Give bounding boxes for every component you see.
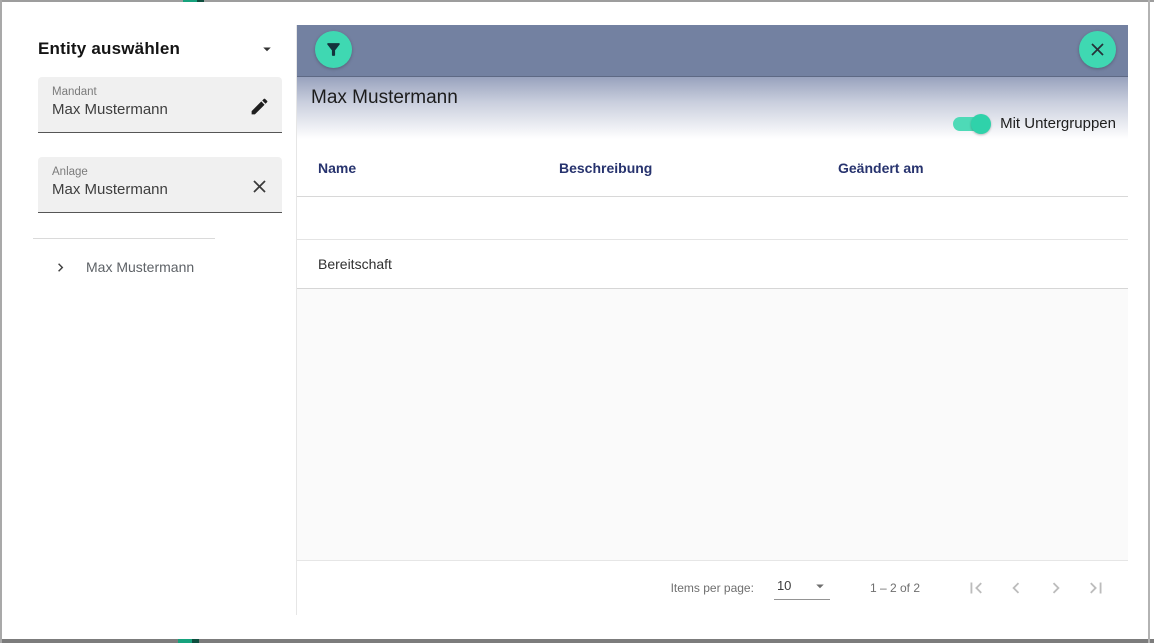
close-icon — [1091, 43, 1104, 56]
background-accent-sliver — [178, 639, 192, 643]
column-header-geaendert-am: Geändert am — [838, 159, 924, 176]
mandant-field-label: Mandant — [52, 86, 97, 98]
tree-item-max-mustermann[interactable]: Max Mustermann — [52, 254, 194, 280]
page-range-label: 1 – 2 of 2 — [869, 581, 920, 595]
subgroups-toggle-label: Mit Untergruppen — [1000, 115, 1116, 132]
column-header-name: Name — [318, 159, 357, 176]
toggle-thumb — [971, 113, 992, 134]
subgroups-toggle[interactable] — [953, 113, 992, 134]
panel-header-bar — [297, 25, 1128, 77]
dropdown-caret-icon — [816, 584, 824, 588]
items-per-page-label: Items per page: — [670, 581, 754, 595]
group-list-panel: Max Mustermann Mit Untergruppen Name Bes… — [296, 25, 1128, 615]
tree-item-label: Max Mustermann — [86, 259, 195, 275]
table-empty-area — [297, 289, 1128, 561]
last-page-button[interactable] — [1084, 576, 1108, 600]
entity-select-dialog: Entity auswählen Mandant Max Mustermann … — [0, 0, 1154, 643]
mandant-field-value: Max Mustermann — [52, 101, 168, 118]
paginator: Items per page: 10 1 – 2 of 2 — [297, 561, 1128, 615]
first-page-icon — [970, 582, 982, 594]
table-row[interactable]: Bereitschaft — [297, 240, 1128, 289]
dropdown-caret-icon — [263, 47, 271, 52]
first-page-button[interactable] — [964, 576, 988, 600]
window-border-bottom — [0, 639, 1154, 643]
collapse-panel-button[interactable] — [256, 38, 278, 60]
filter-icon — [327, 43, 340, 56]
panel-title: Max Mustermann — [311, 87, 458, 108]
column-header-beschreibung: Beschreibung — [559, 159, 653, 176]
last-page-icon — [1090, 582, 1102, 594]
paginator-nav — [964, 576, 1108, 600]
close-button[interactable] — [1079, 31, 1116, 68]
clear-icon — [252, 179, 266, 193]
next-page-button[interactable] — [1044, 576, 1068, 600]
window-border-right — [1148, 0, 1150, 643]
background-accent-sliver-dark — [192, 639, 199, 643]
edit-icon — [251, 98, 267, 114]
chevron-right-icon — [58, 262, 64, 272]
chevron-left-icon — [1012, 582, 1020, 594]
items-per-page-select[interactable]: 10 — [773, 577, 830, 600]
anlage-field[interactable]: Anlage Max Mustermann — [38, 157, 282, 213]
anlage-field-value: Max Mustermann — [52, 181, 168, 198]
items-per-page-value: 10 — [776, 578, 792, 593]
table-header-row: Name Beschreibung Geändert am — [297, 139, 1128, 197]
previous-page-button[interactable] — [1004, 576, 1028, 600]
entity-sidebar: Entity auswählen Mandant Max Mustermann … — [2, 2, 296, 639]
chevron-right-icon — [1052, 582, 1060, 594]
sidebar-divider — [33, 238, 215, 239]
anlage-field-label: Anlage — [52, 166, 88, 178]
row-name: Bereitschaft — [318, 256, 392, 272]
subgroups-toggle-row: Mit Untergruppen — [953, 113, 1116, 134]
filter-button[interactable] — [315, 31, 352, 68]
sidebar-title: Entity auswählen — [38, 39, 181, 58]
mandant-edit-button[interactable] — [245, 92, 273, 120]
sidebar-header: Entity auswählen — [38, 38, 278, 60]
anlage-clear-button[interactable] — [245, 172, 273, 200]
mandant-field[interactable]: Mandant Max Mustermann — [38, 77, 282, 133]
table-row[interactable] — [297, 197, 1128, 240]
